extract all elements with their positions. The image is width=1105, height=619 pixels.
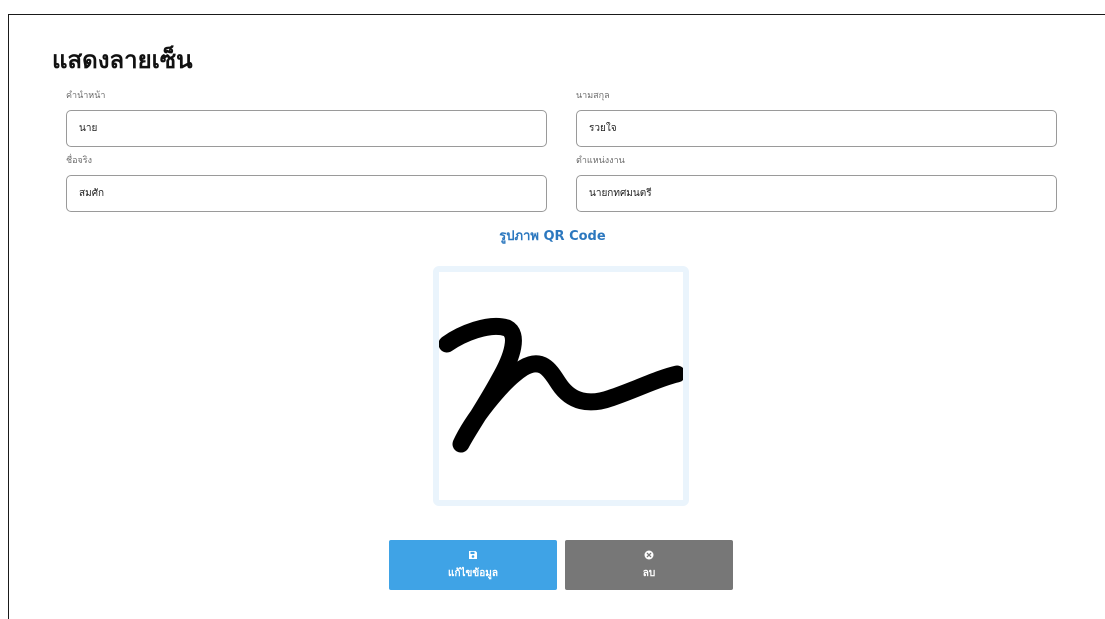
lastname-field[interactable] (576, 110, 1057, 147)
position-label: ตำแหน่งงาน (576, 156, 625, 166)
prefix-label: คำนำหน้า (66, 91, 106, 101)
page-title: แสดงลายเซ็น (52, 46, 193, 74)
prefix-field[interactable] (66, 110, 547, 147)
signature-stroke (439, 317, 683, 453)
qr-code-heading: รูปภาพ QR Code (499, 229, 606, 244)
save-icon (469, 550, 477, 559)
close-circle-icon (644, 550, 654, 559)
edit-button-label: แก้ไขข้อมูล (448, 567, 498, 579)
delete-button-label: ลบ (642, 567, 656, 579)
firstname-label: ชื่อจริง (66, 156, 93, 166)
signature-image (439, 317, 683, 453)
firstname-field[interactable] (66, 175, 547, 212)
delete-button[interactable]: ลบ (565, 540, 733, 590)
edit-button[interactable]: แก้ไขข้อมูล (389, 540, 557, 590)
position-field[interactable] (576, 175, 1057, 212)
lastname-label: นามสกุล (576, 91, 610, 101)
signature-image-frame (433, 266, 689, 506)
